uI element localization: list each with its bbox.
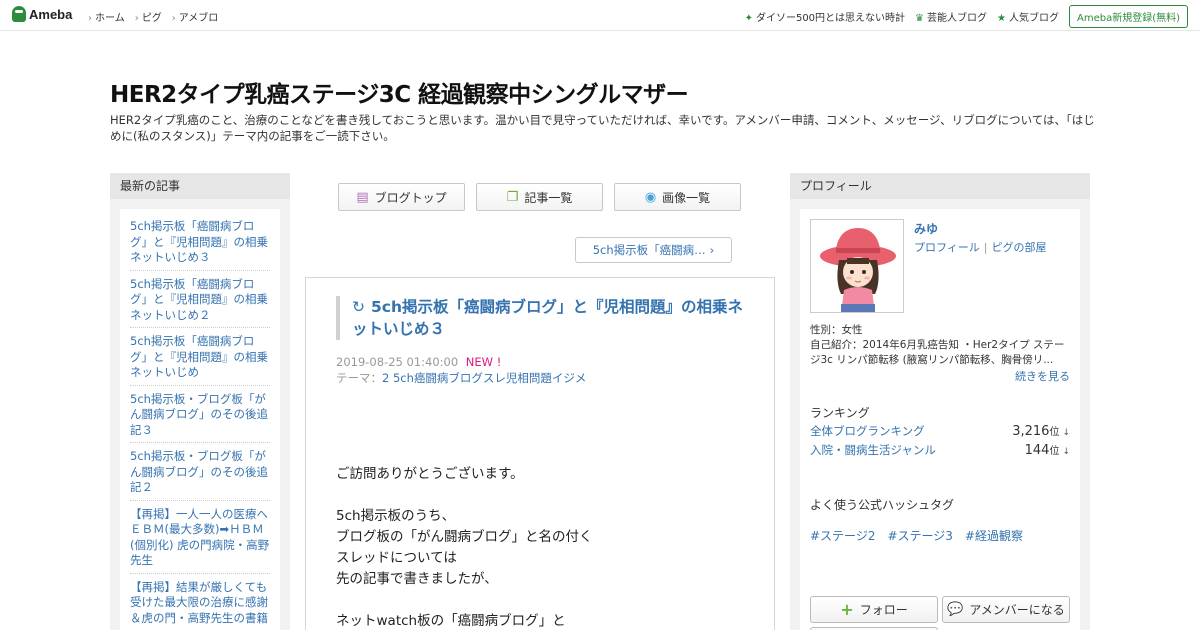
profile-name[interactable]: みゆ — [914, 220, 938, 237]
nav-ameblo[interactable]: アメブロ — [172, 9, 219, 24]
documents-icon: ❐ — [506, 189, 519, 205]
recent-post-link[interactable]: 5ch掲示板・ブログ板「がん闘病ブログ」のその後追記３ — [130, 390, 270, 443]
camera-icon: ◉ — [644, 189, 657, 205]
nav-pig[interactable]: ピグ — [135, 9, 162, 24]
notebook-icon: ▤ — [356, 189, 369, 205]
logo-text: Ameba — [29, 6, 73, 22]
recent-post-link[interactable]: 5ch掲示板・ブログ板「がん闘病ブログ」のその後追記２ — [130, 447, 270, 501]
hashtag-heading: よく使う公式ハッシュタグ — [810, 498, 955, 512]
pig-room-link[interactable]: ピグの部屋 — [992, 241, 1047, 254]
avatar-illustration — [811, 220, 903, 312]
body-line: 5ch掲示板のうち、 — [336, 508, 456, 524]
new-badge: NEW ! — [465, 355, 502, 369]
blog-title[interactable]: HER2タイプ乳癌ステージ3C 経過観察中シングルマザー — [110, 75, 689, 109]
top-bar: Ameba ホーム ピグ アメブロ ✦ダイソー500円とは思えない時計 ♛芸能人… — [0, 0, 1200, 31]
profile-intro: 自己紹介：2014年6月乳癌告知 ・Her2タイプ ステージ3c リンパ節転移 … — [810, 339, 1065, 366]
celebrity-blog-link[interactable]: ♛ 芸能人ブログ — [915, 9, 987, 24]
article-title-wrap: ↻ 5ch掲示板「癌闘病ブログ」と『児相問題』の相乗ネットいじめ３ — [336, 296, 746, 340]
right-sidebar: プロフィール みゆ プロフィール | ピグの部屋 性別：女性 自己紹介：2014… — [790, 173, 1090, 630]
body-line: スレッドについては — [336, 550, 457, 566]
top-right-links: ✦ ダイソー500円とは思えない時計 ♛ 芸能人ブログ ★ 人気ブログ Ameba新規… — [745, 5, 1188, 28]
ameba-logo-icon — [12, 6, 26, 22]
blog-top-button[interactable]: ▤ ブログトップ — [338, 183, 465, 211]
profile-heading: プロフィール — [790, 173, 1090, 199]
recent-post-link[interactable]: 5ch掲示板「癌闘病ブログ」と『児相問題』の相乗ネットいじめ３ — [130, 217, 270, 271]
article-list-button[interactable]: ❐ 記事一覧 — [476, 183, 603, 211]
follow-buttons: + フォロー 💬 アメンバーになる — [810, 596, 1070, 623]
body-line — [336, 485, 746, 506]
next-article-link[interactable]: 5ch掲示板「癌闘病… › — [575, 237, 732, 263]
blog-description: HER2タイプ乳癌のこと、治療のことなどを書き残しておこうと思います。温かい目で… — [110, 113, 1095, 143]
ranking-heading: ランキング — [810, 406, 870, 420]
arrow-down-icon: ↓ — [1062, 447, 1070, 457]
ranking-value: 144位 ↓ — [1024, 443, 1070, 458]
arrow-down-icon: ↓ — [1062, 428, 1070, 438]
body-line: ネットwatch板の「癌闘病ブログ」と — [336, 613, 566, 629]
plus-icon: + — [840, 600, 854, 619]
signup-button[interactable]: Ameba新規登録(無料) — [1068, 5, 1188, 28]
article: ↻ 5ch掲示板「癌闘病ブログ」と『児相問題』の相乗ネットいじめ３ 2019-08… — [305, 277, 775, 630]
recent-posts-list: 5ch掲示板「癌闘病ブログ」と『児相問題』の相乗ネットいじめ３ 5ch掲示板「癌… — [120, 209, 280, 630]
blog-nav-buttons: ▤ ブログトップ ❐ 記事一覧 ◉ 画像一覧 — [338, 183, 741, 211]
body-line: ご訪問ありがとうございます。 — [336, 466, 524, 482]
star-icon: ★ — [997, 13, 1006, 24]
promo-link[interactable]: ✦ ダイソー500円とは思えない時計 — [745, 9, 905, 24]
chevron-right-icon: › — [709, 243, 715, 257]
avatar[interactable] — [810, 219, 904, 313]
article-meta: 2019-08-25 01:40:00 NEW ! テーマ：2 5ch癌闘病ブロ… — [336, 354, 586, 386]
amember-button[interactable]: 💬 アメンバーになる — [942, 596, 1070, 623]
nav-home[interactable]: ホーム — [88, 9, 125, 24]
hashtag-link[interactable]: #経過観察 — [965, 527, 1023, 544]
article-body: ご訪問ありがとうございます。 5ch掲示板のうち、 ブログ板の「がん闘病ブログ」… — [336, 464, 746, 630]
article-title[interactable]: ↻ 5ch掲示板「癌闘病ブログ」と『児相問題』の相乗ネットいじめ３ — [352, 296, 746, 340]
ranking-label[interactable]: 入院・闘病生活ジャンル — [810, 442, 936, 458]
follow-button[interactable]: + フォロー — [810, 596, 938, 623]
separator: | — [983, 241, 988, 254]
profile-box: みゆ プロフィール | ピグの部屋 性別：女性 自己紹介：2014年6月乳癌告知 ・… — [800, 209, 1080, 630]
top-nav: ホーム ピグ アメブロ — [88, 9, 218, 24]
ranking-value: 3,216位 ↓ — [1012, 424, 1070, 439]
hashtag-link[interactable]: #ステージ2 — [810, 527, 875, 544]
profile-gender: 性別：女性 — [810, 324, 863, 336]
recent-post-link[interactable]: 5ch掲示板「癌闘病ブログ」と『児相問題』の相乗ネットいじめ２ — [130, 275, 270, 328]
speech-bubble-icon: 💬 — [947, 602, 964, 617]
article-date: 2019-08-25 01:40:00 — [336, 355, 459, 369]
crown-icon: ♛ — [915, 13, 925, 24]
theme-link[interactable]: 2 5ch癌闘病ブログスレ児相問題イジメ — [382, 371, 586, 385]
recent-posts-heading: 最新の記事 — [110, 173, 290, 199]
read-more-link[interactable]: 続きを見る — [1015, 368, 1070, 384]
body-line: 先の記事で書きましたが、 — [336, 571, 498, 587]
ranking-label[interactable]: 全体ブログランキング — [810, 423, 925, 439]
popular-blog-link[interactable]: ★ 人気ブログ — [997, 9, 1059, 24]
profile-link[interactable]: プロフィール — [914, 241, 980, 254]
profile-info: 性別：女性 自己紹介：2014年6月乳癌告知 ・Her2タイプ ステージ3c リ… — [810, 323, 1070, 368]
theme-prefix: テーマ： — [336, 371, 382, 385]
body-line: ブログ板の「がん闘病ブログ」と名の付く — [336, 529, 593, 545]
recent-post-link[interactable]: 【再掲】一人一人の医療へ ＥＢＭ(最大多数)➡ＨＢＭ(個別化) 虎の門病院・高野… — [130, 505, 270, 574]
ameba-logo[interactable]: Ameba — [12, 6, 72, 22]
hashtag-list: #ステージ2 #ステージ3 #経過観察 — [810, 527, 1023, 544]
profile-links: プロフィール | ピグの部屋 — [914, 239, 1047, 255]
body-line — [336, 590, 746, 611]
image-list-button[interactable]: ◉ 画像一覧 — [614, 183, 741, 211]
hashtag-link[interactable]: #ステージ3 — [887, 527, 952, 544]
sparkle-icon: ✦ — [744, 13, 753, 24]
reblog-icon: ↻ — [352, 298, 365, 316]
recent-post-link[interactable]: 【再掲】結果が厳しくても受けた最大限の治療に感謝 ＆虎の門・高野先生の書籍 — [130, 578, 270, 630]
ranking-row: 入院・闘病生活ジャンル 144位 ↓ — [810, 442, 1070, 458]
left-sidebar: 最新の記事 5ch掲示板「癌闘病ブログ」と『児相問題』の相乗ネットいじめ３ 5c… — [110, 173, 290, 630]
recent-post-link[interactable]: 5ch掲示板「癌闘病ブログ」と『児相問題』の相乗ネットいじめ — [130, 332, 270, 386]
ranking-row: 全体ブログランキング 3,216位 ↓ — [810, 423, 1070, 439]
